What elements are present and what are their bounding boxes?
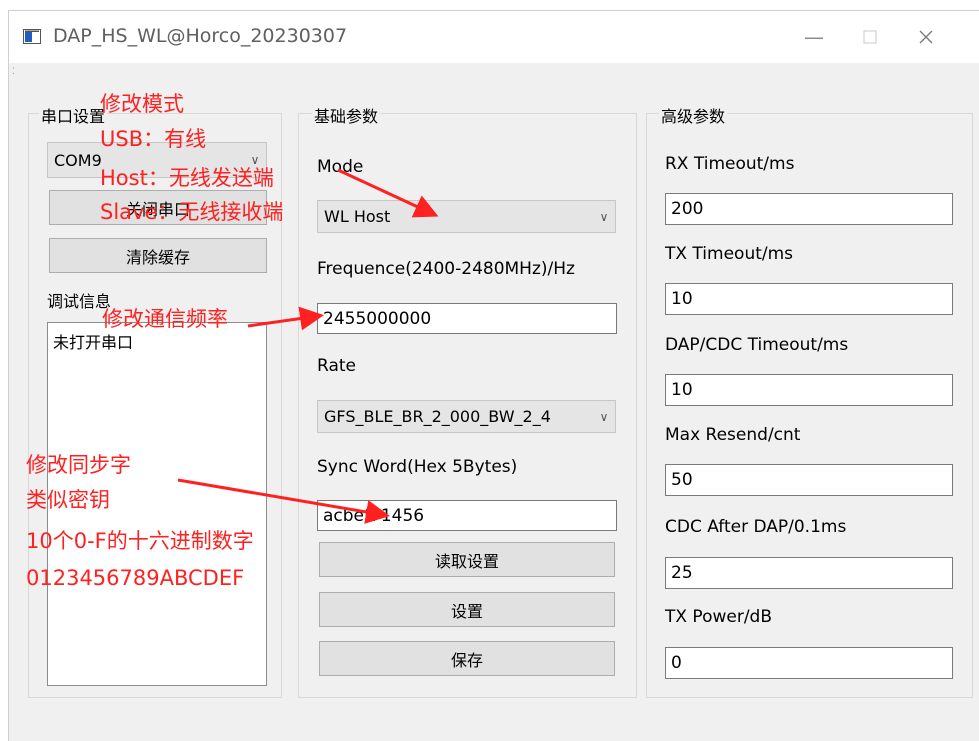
arrow-to-sync-word — [177, 478, 390, 524]
arrow-to-frequency — [247, 306, 324, 331]
annotation-arrows — [177, 168, 439, 524]
arrow-to-mode — [337, 168, 439, 218]
